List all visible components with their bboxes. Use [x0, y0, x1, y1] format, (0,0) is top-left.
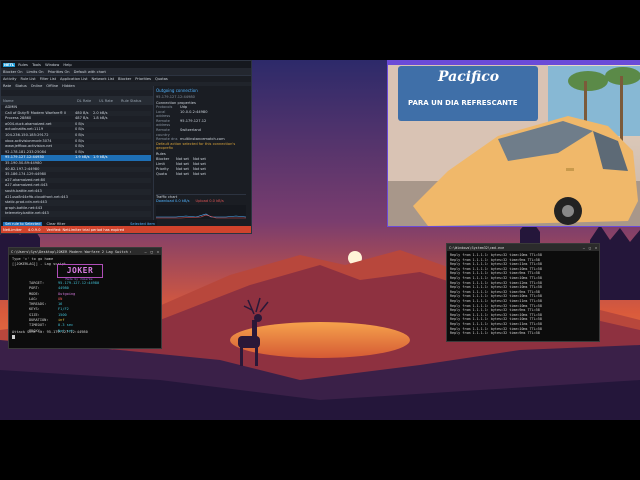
menu-bar: Rules Tools Window Help	[18, 63, 74, 67]
menu-item-tools[interactable]: Tools	[32, 63, 41, 67]
prop-key: Remote address	[156, 118, 171, 128]
tab-blocker[interactable]: Blocker	[118, 77, 131, 81]
netlimiter-logo: NETL	[3, 62, 16, 67]
connection-list: ADMIN Call of Duty® Modern Warfare® II 480…	[1, 105, 151, 220]
tab-priorities[interactable]: Priorities	[135, 77, 151, 81]
menu-item-rules[interactable]: Rules	[18, 63, 28, 67]
prop-key: Local address	[156, 109, 171, 119]
ping-line: Reply from 1.1.1.1: bytes=32 time=9ms TT…	[450, 331, 540, 336]
info-panel: Outgoing connection 95.179.127.12:44980 …	[153, 86, 251, 233]
rule-out-toggle[interactable]: Not set	[193, 172, 206, 177]
minimize-icon[interactable]: –	[144, 250, 146, 254]
connection-row[interactable]: telemetry.battle.net:443	[1, 211, 151, 217]
ping-output: Reply from 1.1.1.1: bytes=32 time=10ms T…	[450, 253, 542, 336]
download-legend: Download 0.0 kB/s	[156, 199, 190, 203]
maximize-icon[interactable]: □	[589, 246, 591, 250]
limits-toggle[interactable]: Limits On	[27, 70, 44, 74]
target-info: TARGET: 95.179.127.12:44980 PORT: 44980 MODE…	[29, 281, 149, 334]
chart-mode-select[interactable]: Default with chart	[74, 70, 106, 74]
rule-in-toggle[interactable]: Not set	[176, 172, 189, 177]
sign-brand: Pacifico	[438, 69, 500, 85]
close-icon[interactable]: ×	[157, 250, 159, 254]
rule-label: Quota	[156, 171, 167, 176]
column-rule-status[interactable]: Rule Status	[121, 99, 141, 103]
ping-terminal[interactable]: C:\Windows\System32\cmd.exe – □ × Reply …	[446, 243, 600, 342]
desktop-screen: NETL Rules Tools Window Help Blocker On …	[0, 0, 640, 480]
connection-name: telemetry.battle.net:443	[5, 211, 49, 216]
netlimiter-titlebar[interactable]: NETL Rules Tools Window Help	[1, 61, 251, 68]
netlimiter-window[interactable]: NETL Rules Tools Window Help Blocker On …	[0, 60, 252, 234]
traffic-graph	[156, 205, 246, 219]
letterbox-bottom	[0, 420, 640, 480]
column-name[interactable]: Name	[3, 99, 73, 103]
prop-value: 95.179.127.12	[180, 118, 207, 123]
terminal2-titlebar[interactable]: C:\Windows\System32\cmd.exe – □ ×	[447, 244, 599, 251]
column-ul-rate[interactable]: UL Rate	[99, 99, 117, 103]
column-headers: Name DL Rate UL Rate Rule Status	[1, 96, 155, 105]
tab-rule-list[interactable]: Rule List	[20, 77, 35, 81]
tab-network-list[interactable]: Network List	[92, 77, 114, 81]
game-window-titlebar[interactable]	[387, 60, 640, 65]
prop-key: Remote country	[156, 127, 170, 137]
terminal1-footer: Attack Sent to: 95.179.127.12:44980	[12, 330, 88, 334]
tab-application-list[interactable]: Application List	[60, 77, 88, 81]
alert-app: NetLimiter	[3, 227, 22, 232]
terminal1-titlebar[interactable]: C:\Users\Sys\Desktop\JOKER Modern Warfar…	[9, 248, 161, 255]
selected-item-link[interactable]: Selected item	[130, 222, 155, 226]
tab-quotas[interactable]: Quotas	[155, 77, 168, 81]
ping-line: Reply from 1.1.1.1: bytes=32 time=11ms T…	[450, 321, 542, 326]
filter-offline[interactable]: Offline	[46, 84, 58, 88]
maximize-icon[interactable]: □	[151, 250, 153, 254]
menu-item-help[interactable]: Help	[63, 63, 71, 67]
netlimiter-toolbar: Blocker On Limits On Priorities On Defau…	[1, 68, 251, 76]
trial-expired-banner: NetLimiter 4.0.9.0 Verified: NetLimiter …	[1, 226, 251, 233]
terminal1-prompt: Type 'c' to go home	[12, 257, 54, 261]
prop-row: Remote address 95.179.127.12	[154, 118, 251, 128]
tab-filter-list[interactable]: Filter List	[40, 77, 56, 81]
terminal1-cursor-line[interactable]	[12, 335, 15, 339]
tab-activity[interactable]: Activity	[3, 77, 16, 81]
rule-row: Quota Not set Not set	[156, 172, 250, 177]
minimize-icon[interactable]: –	[583, 246, 585, 250]
priorities-toggle[interactable]: Priorities On	[48, 70, 70, 74]
ping-line: Reply from 1.1.1.1: bytes=32 time=11ms T…	[450, 298, 542, 303]
prop-value: Switzerland	[180, 127, 201, 132]
ping-line: Reply from 1.1.1.1: bytes=32 time=10ms T…	[450, 275, 542, 280]
column-dl-rate[interactable]: DL Rate	[77, 99, 95, 103]
game-scene	[388, 61, 640, 226]
joker-banner: JOKER	[57, 264, 103, 278]
rate-dropdown[interactable]: Rate	[3, 84, 11, 88]
terminal1-title: C:\Users\Sys\Desktop\JOKER Modern Warfar…	[11, 249, 131, 254]
text-cursor	[12, 335, 15, 339]
terminal2-title: C:\Windows\System32\cmd.exe	[449, 245, 505, 250]
ping-line: Reply from 1.1.1.1: bytes=32 time=10ms T…	[450, 253, 542, 257]
prop-row: Remote country Switzerland	[154, 127, 251, 137]
set-rule-button[interactable]: Set rule to Selected	[3, 221, 43, 226]
upload-legend: Upload 0.0 kB/s	[195, 199, 224, 203]
prop-row: Local address 10.0.0.2:44980	[154, 109, 251, 119]
game-video-window[interactable]: Pacifico PARA UN DIA REFRESCANTE	[387, 60, 640, 227]
prop-value: 10.0.0.2:44980	[180, 109, 208, 114]
clear-filter-link[interactable]: Clear filter	[46, 222, 65, 226]
connection-dl-rate	[75, 211, 93, 217]
blocker-toggle[interactable]: Blocker On	[3, 70, 23, 74]
info-title: Outgoing connection	[156, 88, 198, 93]
props-list: Protocols Udp Local address 10.0.0.2:44980 R…	[154, 105, 251, 142]
status-dropdown[interactable]: Status	[15, 84, 26, 88]
letterbox-top	[0, 0, 640, 60]
close-icon[interactable]: ×	[595, 246, 597, 250]
menu-item-window[interactable]: Window	[45, 63, 59, 67]
alert-message: Verified: NetLimiter trial period has ex…	[46, 227, 125, 232]
lag-switch-terminal[interactable]: C:\Users\Sys\Desktop\JOKER Modern Warfar…	[8, 247, 162, 349]
alert-version: 4.0.9.0	[27, 227, 41, 232]
filter-online[interactable]: Online	[31, 84, 43, 88]
rules-list: Blocker Not set Not set Limit Not set Not set…	[154, 156, 251, 178]
traffic-chart: Traffic chart Download 0.0 kB/s Upload 0…	[156, 194, 246, 225]
connection-ul-rate	[93, 211, 111, 217]
info-subtitle: 95.179.127.12:44980	[156, 95, 195, 99]
geo-warning: Default action selected for this connect…	[156, 141, 236, 150]
filter-hidden[interactable]: Hidden	[62, 84, 75, 88]
sign-tagline: PARA UN DIA REFRESCANTE	[408, 99, 518, 107]
